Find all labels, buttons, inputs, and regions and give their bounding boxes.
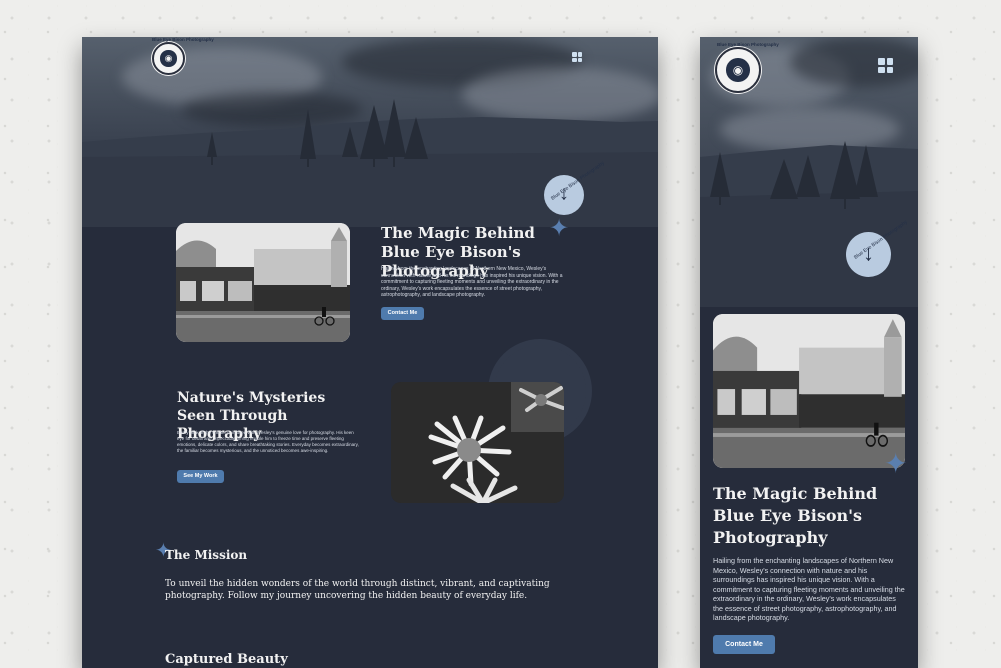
see-my-work-button[interactable]: See My Work bbox=[177, 470, 224, 483]
section1-body: Hailing from the enchanting landscapes o… bbox=[381, 266, 563, 298]
bison-icon: ◉ bbox=[164, 53, 173, 63]
section1-title: The Magic Behind Blue Eye Bison's Photog… bbox=[713, 484, 878, 547]
bison-icon: ◉ bbox=[732, 63, 744, 77]
desktop-page-mockup: ◉ Blue Eye Bison Photography ↓ Blue Eye … bbox=[82, 37, 658, 668]
grid-menu-icon[interactable] bbox=[572, 52, 582, 62]
contact-me-button[interactable]: Contact Me bbox=[381, 307, 424, 320]
gallery-title: Captured Beauty bbox=[165, 652, 288, 667]
landscape-silhouette bbox=[700, 141, 918, 307]
section2-body: Every click of the shutter is infused wi… bbox=[177, 430, 359, 453]
four-point-star-icon: ✦ bbox=[549, 215, 570, 242]
scroll-down-button[interactable]: ↓ Blue Eye Bison Photography bbox=[544, 160, 606, 215]
street-photo bbox=[176, 223, 350, 342]
mission-body: To unveil the hidden wonders of the worl… bbox=[165, 579, 550, 601]
scroll-down-button[interactable]: ↓ Blue Eye Bison Photography bbox=[846, 219, 909, 277]
brand-logo[interactable]: ◉ Blue Eye Bison Photography bbox=[715, 42, 779, 93]
grid-menu-icon[interactable] bbox=[878, 58, 893, 73]
street-photo bbox=[713, 314, 905, 468]
contact-me-button[interactable]: Contact Me bbox=[713, 635, 775, 654]
logo-text: Blue Eye Bison Photography bbox=[717, 42, 779, 47]
mobile-page-mockup: ◉ Blue Eye Bison Photography ↓ Blue Eye … bbox=[700, 37, 918, 668]
brand-logo[interactable]: ◉ Blue Eye Bison Photography bbox=[152, 37, 214, 75]
daisy-photo bbox=[391, 382, 564, 503]
section1-body: Hailing from the enchanting landscapes o… bbox=[713, 556, 905, 622]
logo-text: Blue Eye Bison Photography bbox=[152, 37, 214, 42]
mission-title: The Mission bbox=[165, 548, 248, 562]
four-point-star-icon: ✦ bbox=[884, 448, 908, 479]
